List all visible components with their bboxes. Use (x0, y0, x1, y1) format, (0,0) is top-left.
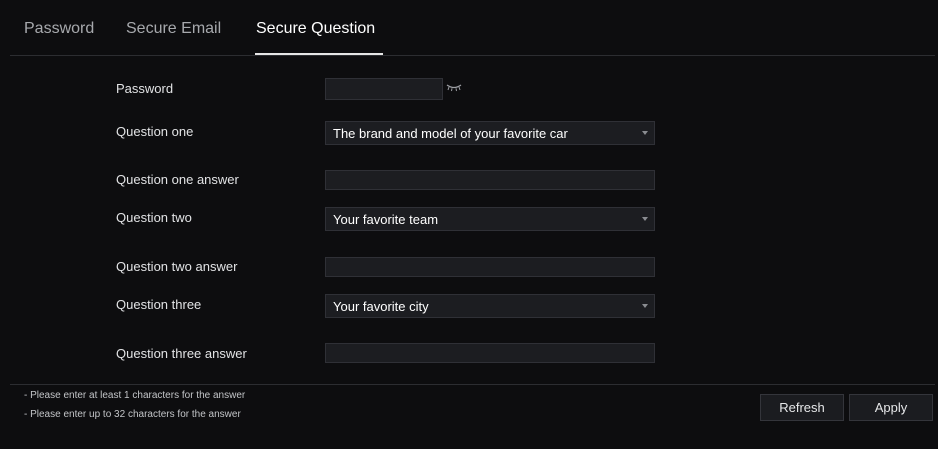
question-three-answer-input[interactable] (325, 343, 655, 363)
footer-divider (10, 384, 935, 385)
question-one-label: Question one (116, 124, 194, 139)
password-label: Password (116, 81, 174, 96)
tab-password[interactable]: Password (24, 20, 94, 38)
question-three-select[interactable]: Your favorite city (325, 294, 655, 318)
question-one-value: The brand and model of your favorite car (333, 126, 568, 141)
question-two-value: Your favorite team (333, 212, 439, 227)
secure-question-page: Password Secure Email Secure Question Pa… (0, 0, 938, 449)
question-two-label: Question two (116, 210, 192, 225)
tab-divider (10, 55, 935, 56)
refresh-button[interactable]: Refresh (760, 394, 844, 421)
question-two-answer-label: Question two answer (116, 259, 238, 274)
caret-down-icon (642, 131, 648, 135)
question-three-answer-label: Question three answer (116, 346, 247, 361)
eye-closed-icon[interactable] (445, 82, 463, 94)
apply-button[interactable]: Apply (849, 394, 933, 421)
question-one-answer-label: Question one answer (116, 172, 239, 187)
tab-bar: Password Secure Email Secure Question (0, 0, 938, 56)
question-one-select[interactable]: The brand and model of your favorite car (325, 121, 655, 145)
caret-down-icon (642, 217, 648, 221)
tab-secure-email[interactable]: Secure Email (126, 20, 221, 38)
tab-secure-question[interactable]: Secure Question (256, 20, 375, 38)
note-min-length: - Please enter at least 1 characters for… (24, 390, 246, 401)
question-two-select[interactable]: Your favorite team (325, 207, 655, 231)
caret-down-icon (642, 304, 648, 308)
question-three-value: Your favorite city (333, 299, 429, 314)
question-two-answer-input[interactable] (325, 257, 655, 277)
note-max-length: - Please enter up to 32 characters for t… (24, 409, 241, 420)
question-three-label: Question three (116, 297, 202, 312)
question-one-answer-input[interactable] (325, 170, 655, 190)
password-input[interactable] (325, 78, 443, 100)
